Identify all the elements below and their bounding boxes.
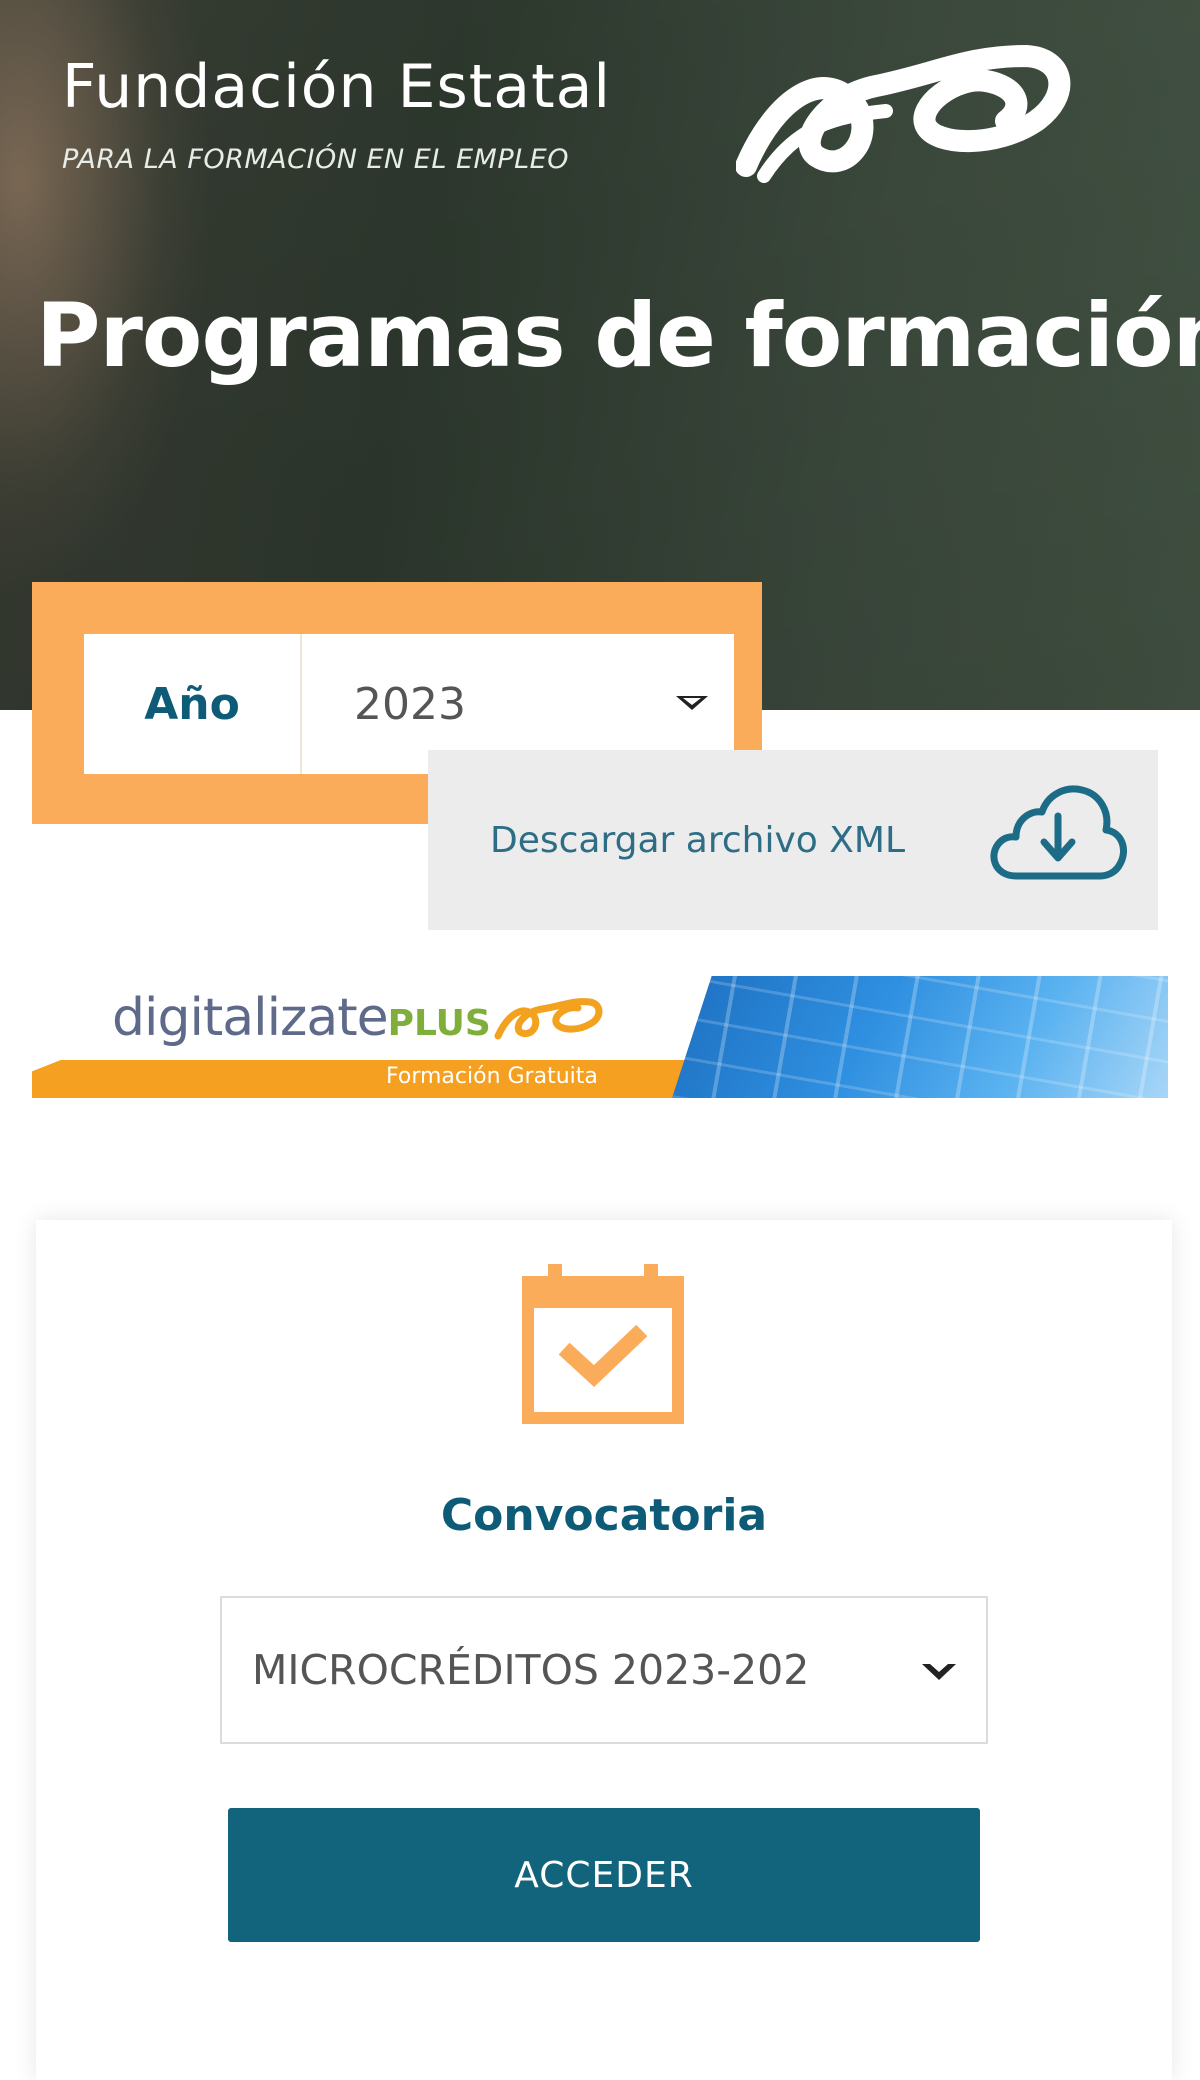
banner-subtitle: Formación Gratuita — [386, 1064, 598, 1089]
chevron-down-icon — [922, 1664, 956, 1680]
banner-title-main: digitalizate — [112, 988, 389, 1048]
banner-title-plus: PLUS — [387, 1003, 491, 1044]
download-xml-label: Descargar archivo XML — [490, 819, 906, 861]
convocatoria-title: Convocatoria — [440, 1490, 768, 1541]
year-label: Año — [84, 634, 302, 774]
brand-name: Fundación Estatal — [62, 52, 612, 122]
convocatoria-select[interactable]: MICROCRÉDITOS 2023-202 — [220, 1596, 988, 1744]
convocatoria-select-value: MICROCRÉDITOS 2023-202 — [252, 1646, 810, 1694]
convocatoria-card: Convocatoria MICROCRÉDITOS 2023-202 ACCE… — [36, 1220, 1172, 2080]
infinity-logo-icon — [494, 998, 603, 1040]
calendar-check-icon — [522, 1264, 684, 1424]
digitalizate-plus-banner[interactable]: digitalizatePLUS Formación Gratuita — [32, 976, 1168, 1098]
page-title: Programas de formación — [36, 284, 1200, 387]
acceder-button[interactable]: ACCEDER — [228, 1808, 980, 1942]
banner-keyboard-image — [672, 976, 1168, 1098]
infinity-logo-icon — [736, 45, 1071, 183]
download-xml-button[interactable]: Descargar archivo XML — [428, 750, 1158, 930]
chevron-down-icon — [676, 696, 708, 710]
year-select-value: 2023 — [354, 678, 466, 730]
cloud-download-icon — [990, 785, 1127, 880]
brand-tagline: PARA LA FORMACIÓN EN EL EMPLEO — [62, 144, 569, 175]
banner-title: digitalizatePLUS — [112, 988, 491, 1048]
